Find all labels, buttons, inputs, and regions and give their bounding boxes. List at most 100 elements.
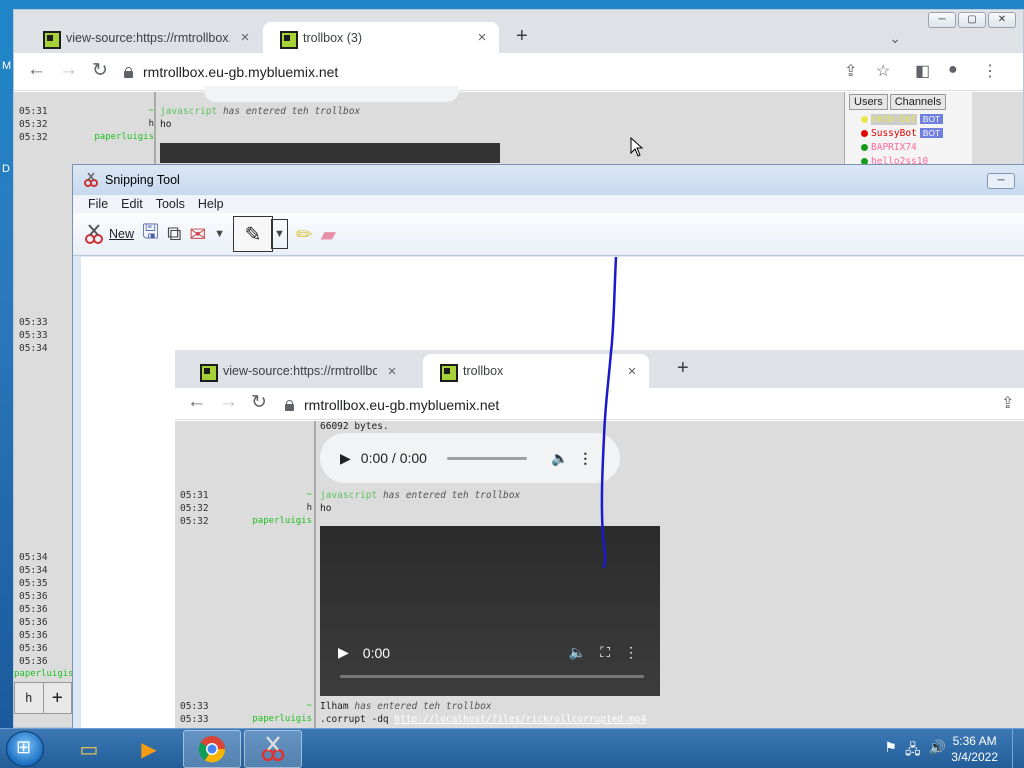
- folder-icon: ▭: [79, 738, 99, 761]
- flag-icon[interactable]: ⚑: [884, 739, 897, 763]
- menu-bar: File Edit Tools Help: [73, 195, 1024, 213]
- clock-time: 5:36 AM: [952, 734, 997, 748]
- timestamp: 05:35: [19, 578, 48, 589]
- tab-channels[interactable]: Channels: [889, 94, 947, 110]
- browser-toolbar: ← → ↻ rmtrollbox.eu-gb.mybluemix.net ⇪ ☆…: [14, 53, 1023, 91]
- timestamp: 05:36: [19, 630, 48, 641]
- profile-avatar-icon[interactable]: ●: [948, 61, 958, 79]
- tab-trollbox[interactable]: trollbox (3) ×: [263, 22, 499, 53]
- scissors-icon: [85, 224, 103, 244]
- minimize-button[interactable]: ─: [928, 12, 956, 28]
- lock-icon: [124, 66, 133, 78]
- chrome-icon: [198, 736, 226, 763]
- trollbox-favicon-icon: [42, 30, 61, 49]
- minimize-button[interactable]: ─: [987, 173, 1015, 189]
- address-bar[interactable]: rmtrollbox.eu-gb.mybluemix.net: [124, 58, 824, 86]
- highlighter-icon[interactable]: ✏: [296, 222, 313, 247]
- menu-icon[interactable]: ⋮: [982, 61, 998, 81]
- status-dot-icon: [861, 129, 868, 137]
- tab-label: view-source:https://rmtrollbox.eu-gb.myb…: [66, 30, 230, 45]
- chat-message: ho: [160, 119, 172, 130]
- snip-canvas: view-source:https://rmtrollbox.eu-gb.myb…: [81, 257, 1024, 735]
- timestamp: 05:36: [19, 617, 48, 628]
- save-icon[interactable]: 🖫: [142, 217, 159, 251]
- back-icon[interactable]: ←: [27, 59, 46, 81]
- taskbar: ▭ ▶ ⚑ 🖧 🔊 5:36 AM 3/4/2022: [0, 728, 1024, 768]
- bookmark-star-icon[interactable]: ☆: [876, 61, 890, 81]
- close-tab-icon[interactable]: ×: [238, 29, 252, 46]
- chat-nick: paperluigis: [94, 132, 154, 142]
- status-dot-icon: [861, 115, 868, 123]
- timestamp: 05:36: [19, 604, 48, 615]
- menu-help[interactable]: Help: [198, 197, 224, 211]
- media-player-icon: ▶: [141, 738, 157, 761]
- menu-tools[interactable]: Tools: [156, 197, 185, 211]
- timestamp: 05:34: [19, 552, 48, 563]
- timestamp: 05:31: [19, 106, 48, 117]
- close-window-button[interactable]: ✕: [988, 12, 1016, 28]
- menu-file[interactable]: File: [88, 197, 108, 211]
- close-tab-icon[interactable]: ×: [475, 29, 489, 46]
- tab-view-source[interactable]: view-source:https://rmtrollbox.eu-gb.myb…: [26, 22, 262, 53]
- pen-icon: ✎: [244, 223, 262, 246]
- tab-strip: view-source:https://rmtrollbox.eu-gb.myb…: [14, 10, 1023, 53]
- add-button[interactable]: +: [42, 683, 72, 713]
- timestamp: 05:33: [19, 317, 48, 328]
- clock[interactable]: 5:36 AM 3/4/2022: [951, 733, 998, 765]
- system-tray: ⚑ 🖧 🔊: [884, 739, 946, 763]
- send-snip-icon[interactable]: ✉: [189, 222, 206, 247]
- show-desktop-button[interactable]: [1012, 729, 1024, 768]
- share-icon[interactable]: ⇪: [844, 61, 857, 81]
- dropdown-arrow-icon[interactable]: ▼: [214, 228, 225, 240]
- clock-date: 3/4/2022: [951, 750, 998, 764]
- desktop-icon-label: M: [2, 60, 12, 72]
- pen-dropdown-icon[interactable]: ▼: [271, 219, 288, 249]
- chat-nick: paperluigis: [14, 669, 74, 679]
- volume-icon[interactable]: 🔊: [929, 739, 946, 763]
- eraser-icon[interactable]: ▰: [321, 222, 336, 247]
- reload-icon[interactable]: ↻: [92, 59, 108, 82]
- side-panel-icon[interactable]: ◧: [915, 61, 930, 81]
- taskbar-snipping-tool[interactable]: [244, 730, 302, 768]
- maximize-button[interactable]: ▢: [958, 12, 986, 28]
- chat-input-bar: h +: [14, 682, 72, 714]
- user-list-item[interactable]: BAPRIX74: [845, 140, 972, 154]
- audio-player-remnant: [204, 86, 459, 102]
- start-button[interactable]: [6, 731, 44, 767]
- window-controls: ─ ▢ ✕: [928, 12, 1016, 28]
- menu-edit[interactable]: Edit: [121, 197, 143, 211]
- tab-users[interactable]: Users: [849, 94, 888, 110]
- timestamp: 05:34: [19, 565, 48, 576]
- copy-icon[interactable]: ⧉: [167, 223, 181, 246]
- taskbar-chrome[interactable]: [183, 730, 241, 768]
- pen-stroke-annotation: [600, 257, 618, 569]
- bot-badge: BOT: [919, 114, 944, 124]
- user-list-item[interactable]: rmtb-bot BOT: [845, 112, 972, 126]
- tab-search-icon[interactable]: ⌄: [889, 30, 901, 47]
- new-snip-button[interactable]: New: [83, 223, 134, 245]
- window-title: Snipping Tool: [105, 173, 180, 187]
- new-tab-button[interactable]: +: [516, 25, 528, 48]
- pen-tool-button[interactable]: ✎: [233, 216, 273, 252]
- mouse-cursor-icon: [630, 137, 644, 157]
- taskbar-explorer[interactable]: ▭: [60, 730, 118, 768]
- timestamp: 05:36: [19, 643, 48, 654]
- video-player-remnant: [160, 143, 500, 163]
- snipping-tool-titlebar: Snipping Tool: [73, 165, 1024, 195]
- timestamp: 05:32: [19, 132, 48, 143]
- status-dot-icon: [861, 143, 868, 151]
- timestamp: 05:33: [19, 330, 48, 341]
- timestamp: 05:32: [19, 119, 48, 130]
- tab-label: trollbox (3): [303, 30, 363, 45]
- taskbar-media-player[interactable]: ▶: [120, 730, 178, 768]
- user-list-item[interactable]: SussyBot BOT: [845, 126, 972, 140]
- chat-message: javascript has entered teh trollbox: [160, 106, 361, 117]
- nick-button[interactable]: h: [15, 683, 43, 713]
- forward-icon[interactable]: →: [59, 59, 78, 81]
- network-icon[interactable]: 🖧: [905, 739, 921, 763]
- snip-toolbar: New 🖫 ⧉ ✉ ▼ ✎ ▼ ✏ ▰: [73, 213, 1024, 256]
- timestamp: 05:36: [19, 656, 48, 667]
- url-text: rmtrollbox.eu-gb.mybluemix.net: [143, 64, 339, 80]
- timestamp: 05:34: [19, 343, 48, 354]
- timestamp: 05:36: [19, 591, 48, 602]
